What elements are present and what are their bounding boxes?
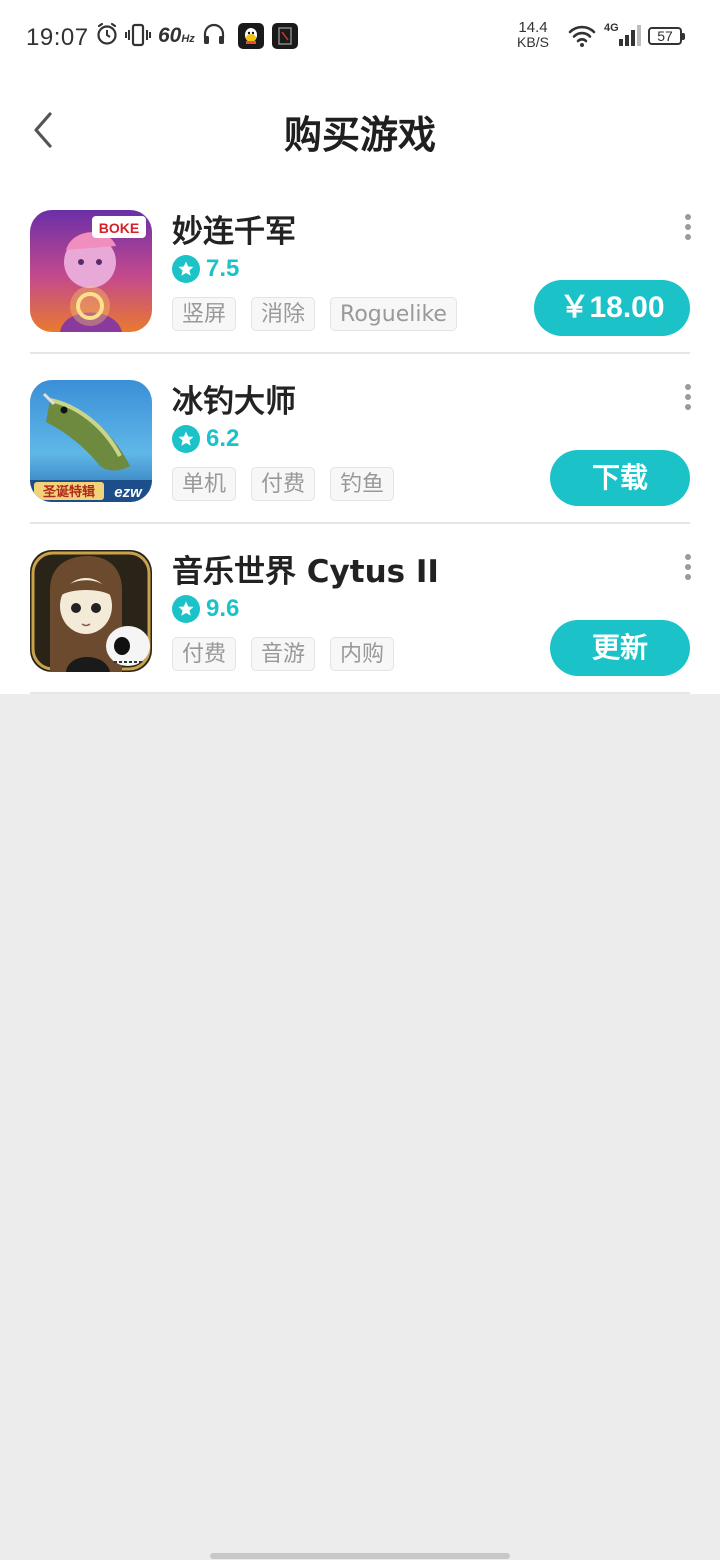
screen: 19:07 60Hz 14.4 KB/S 4G 57 购买游戏 BOKE 妙连千… — [0, 0, 720, 1560]
notification-app-icon — [272, 23, 298, 49]
page-title: 购买游戏 — [283, 113, 436, 157]
buy-button[interactable]: ￥18.00 — [534, 280, 690, 336]
download-button[interactable]: 下载 — [550, 450, 690, 506]
tag[interactable]: 音游 — [251, 637, 316, 671]
alarm-icon — [96, 22, 118, 50]
more-dot-icon — [685, 394, 691, 400]
rating: 6.2 — [172, 424, 239, 454]
update-button[interactable]: 更新 — [550, 620, 690, 676]
more-dot-icon — [685, 384, 691, 390]
star-icon — [172, 595, 200, 623]
signal-icon: 4G — [604, 20, 644, 54]
more-options-button[interactable] — [684, 214, 692, 240]
more-options-button[interactable] — [684, 554, 692, 580]
game-name[interactable]: 妙连千军 — [172, 206, 296, 251]
tag[interactable]: 钓鱼 — [330, 467, 395, 501]
game-icon-bingdiao[interactable]: 圣诞特辑 ezw — [30, 380, 152, 502]
icon-badge-text: BOKE — [99, 220, 139, 236]
star-icon — [172, 425, 200, 453]
battery-icon: 57 — [648, 27, 685, 45]
header: 购买游戏 — [0, 76, 720, 184]
more-dot-icon — [685, 234, 691, 240]
game-list: BOKE 妙连千军 7.5 竖屏 消除 Roguelike ￥18.00 圣诞特… — [0, 184, 720, 694]
more-dot-icon — [685, 404, 691, 410]
headphones-icon — [202, 22, 226, 50]
list-item[interactable]: 圣诞特辑 ezw 冰钓大师 6.2 单机 付费 钓鱼 下载 — [0, 354, 720, 524]
tag[interactable]: 内购 — [330, 637, 395, 671]
more-dot-icon — [685, 224, 691, 230]
game-icon-cytus[interactable] — [30, 550, 152, 672]
tag-list: 付费 音游 内购 — [172, 637, 395, 671]
tag[interactable]: Roguelike — [330, 297, 457, 331]
rating-value: 9.6 — [206, 595, 240, 622]
gesture-bar[interactable] — [210, 1553, 510, 1559]
icon-badge-text: ezw — [114, 484, 143, 501]
status-time: 19:07 — [26, 24, 89, 51]
tag[interactable]: 付费 — [251, 467, 316, 501]
qq-app-icon — [238, 23, 264, 49]
wifi-icon — [568, 24, 596, 52]
tag[interactable]: 竖屏 — [172, 297, 237, 331]
rating: 9.6 — [172, 594, 239, 624]
list-item[interactable]: BOKE 妙连千军 7.5 竖屏 消除 Roguelike ￥18.00 — [0, 184, 720, 354]
icon-badge-text: 圣诞特辑 — [43, 484, 95, 500]
tag-list: 单机 付费 钓鱼 — [172, 467, 395, 501]
rating: 7.5 — [172, 254, 239, 284]
rating-value: 6.2 — [206, 425, 240, 452]
vibrate-icon — [125, 22, 151, 52]
rating-value: 7.5 — [206, 255, 240, 282]
game-name[interactable]: 音乐世界 Cytus II — [172, 546, 439, 591]
status-bar: 19:07 60Hz 14.4 KB/S 4G 57 — [0, 0, 720, 76]
more-options-button[interactable] — [684, 384, 692, 410]
list-item[interactable]: 音乐世界 Cytus II 9.6 付费 音游 内购 更新 — [0, 524, 720, 694]
tag-list: 竖屏 消除 Roguelike — [172, 297, 457, 331]
more-dot-icon — [685, 554, 691, 560]
tag[interactable]: 付费 — [172, 637, 237, 671]
net-speed: 14.4 KB/S — [517, 19, 549, 50]
star-icon — [172, 255, 200, 283]
game-icon-miaolian[interactable]: BOKE — [30, 210, 152, 332]
more-dot-icon — [685, 214, 691, 220]
tag[interactable]: 消除 — [251, 297, 316, 331]
game-name[interactable]: 冰钓大师 — [172, 376, 296, 421]
tag[interactable]: 单机 — [172, 467, 237, 501]
network-type-label: 4G — [604, 22, 619, 34]
more-dot-icon — [685, 574, 691, 580]
refresh-rate-label: 60Hz — [158, 24, 195, 47]
more-dot-icon — [685, 564, 691, 570]
